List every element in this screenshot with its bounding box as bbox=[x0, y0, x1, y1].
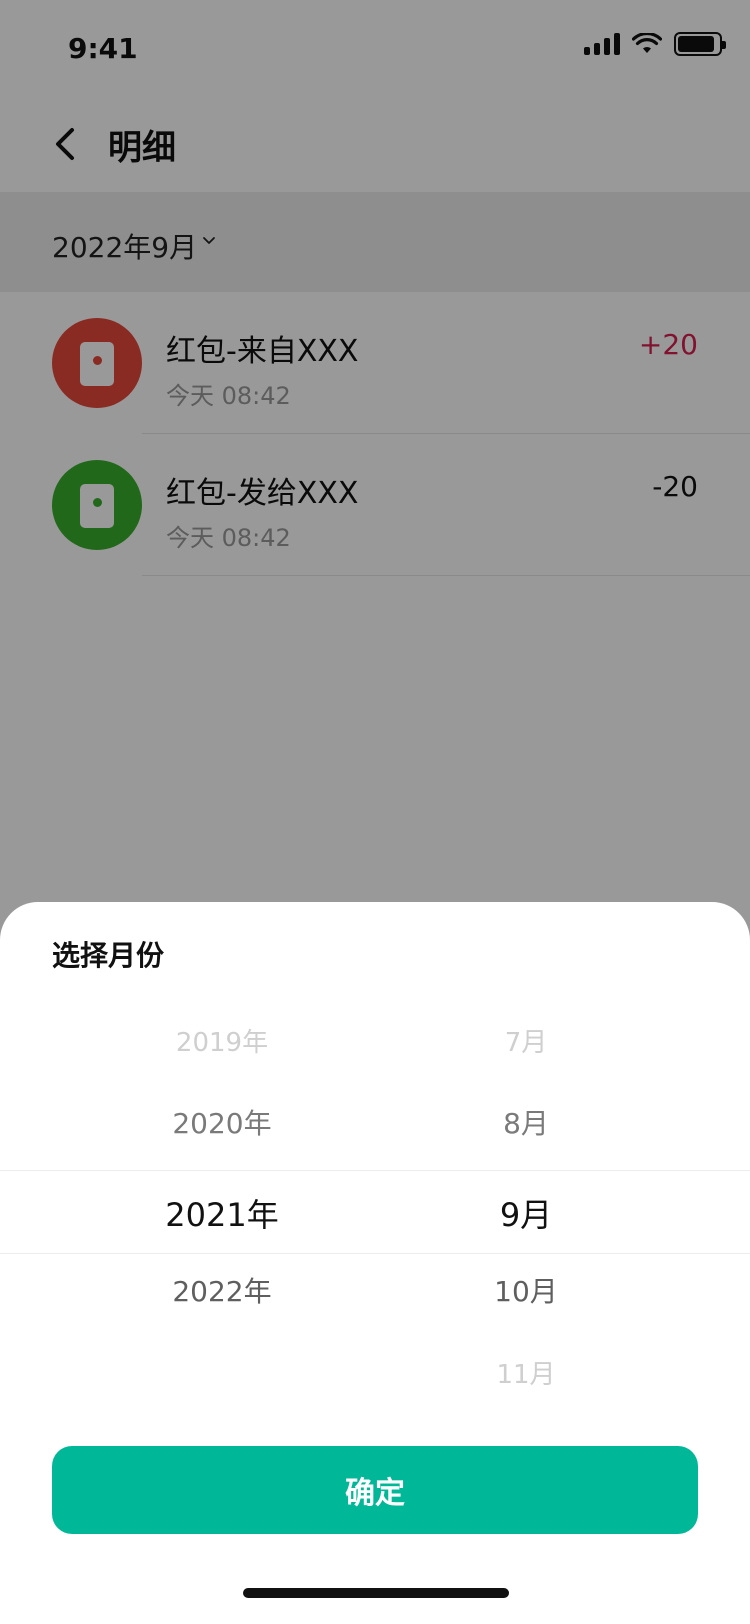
confirm-button[interactable]: 确定 bbox=[52, 1446, 698, 1534]
picker-option[interactable]: 8月 bbox=[376, 1102, 676, 1142]
picker-option[interactable]: 7月 bbox=[376, 1022, 676, 1059]
picker-option[interactable]: 10月 bbox=[376, 1270, 676, 1310]
sheet-title: 选择月份 bbox=[52, 939, 165, 972]
year-wheel[interactable]: 2019年 2020年 2021年 2022年 bbox=[72, 1002, 372, 1422]
month-wheel[interactable]: 7月 8月 9月 10月 11月 bbox=[376, 1002, 676, 1422]
home-indicator bbox=[243, 1588, 509, 1598]
picker-option-selected[interactable]: 2021年 bbox=[72, 1190, 372, 1236]
screen: 9:41 明细 2022年9月 红包-来自XXX 今天 08:42 +20 红包… bbox=[0, 0, 750, 1624]
picker-option[interactable]: 2019年 bbox=[72, 1022, 372, 1059]
picker-option[interactable]: 2022年 bbox=[72, 1270, 372, 1310]
picker-option-selected[interactable]: 9月 bbox=[376, 1190, 676, 1236]
month-picker-sheet: 选择月份 2019年 2020年 2021年 2022年 7月 8月 9月 10… bbox=[0, 902, 750, 1624]
picker-option[interactable]: 11月 bbox=[376, 1354, 676, 1391]
picker-option[interactable]: 2020年 bbox=[72, 1102, 372, 1142]
month-picker[interactable]: 2019年 2020年 2021年 2022年 7月 8月 9月 10月 11月 bbox=[0, 1002, 750, 1422]
